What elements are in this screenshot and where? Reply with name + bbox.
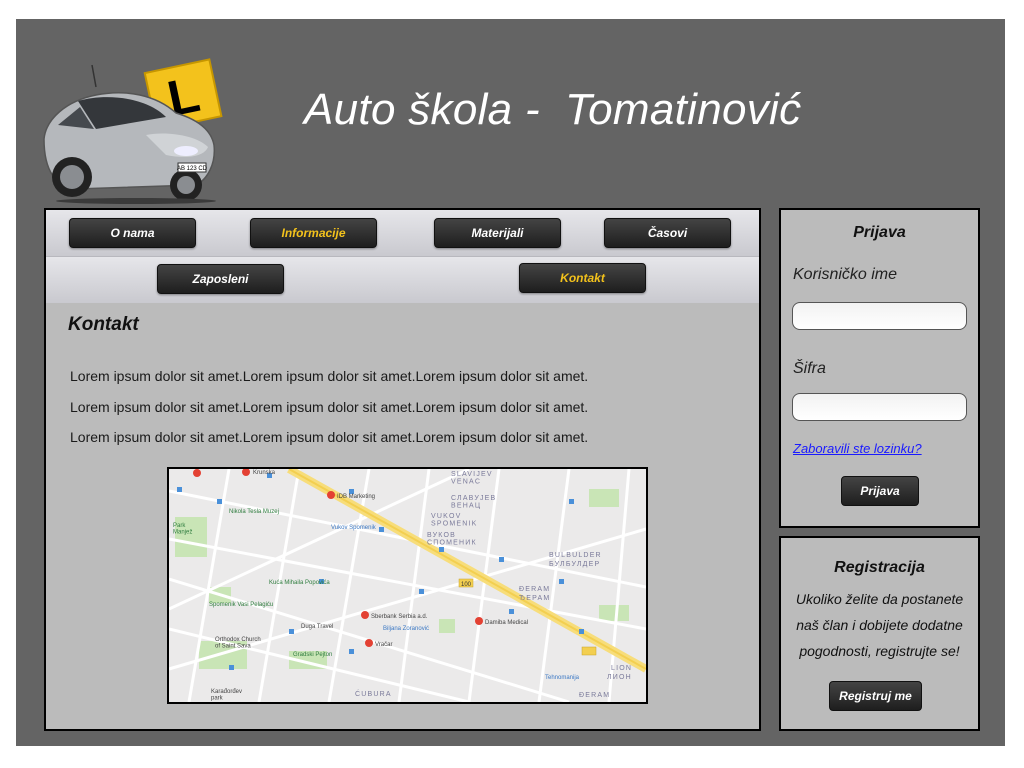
map-label: IDB Marketing [337,494,375,500]
page-heading: Kontakt [68,314,139,335]
login-title: Prijava [853,224,906,241]
nav-button-zaposleni[interactable]: Zaposleni [157,264,284,294]
logo-plate-text: AB 123 CD [177,166,208,172]
map-label: Kuća Mihaila Popovića [269,580,330,586]
location-map[interactable]: 100 Krunska IDB Marketing Nikola Tesla M… [167,467,648,704]
map-label: Sberbank Serbia a.d. [371,614,428,620]
login-button[interactable]: Prijava [841,476,919,506]
map-label: Spomenik Vasi Pelagiću [209,602,273,608]
map-label: Damiba Medical [485,620,528,626]
map-district-label: ЛИОН [607,674,632,681]
contact-paragraph: Lorem ipsum dolor sit amet.Lorem ipsum d… [70,399,589,415]
map-district-label: LION [611,665,632,672]
forgot-password-link[interactable]: Zaboravili ste lozinku? [793,441,922,456]
username-label: Korisničko ime [793,266,898,283]
map-label: Gradski Pejton [293,652,332,658]
map-label: Biljana Zoranović [383,626,429,632]
map-district-label: ĆUBURA [355,689,392,698]
registration-text: Ukoliko želite da postanete naš član i d… [795,591,964,659]
map-label: Tehnomanija [545,675,580,681]
nav-button-materijali[interactable]: Materijali [434,218,561,248]
driving-school-logo: L AB 123 CD [36,39,226,204]
contact-paragraph: Lorem ipsum dolor sit amet.Lorem ipsum d… [70,429,589,445]
map-district-label: ĐERAM [579,692,610,699]
login-panel: Prijava Korisničko ime Šifra Zaboravili … [779,208,980,528]
nav-row-secondary: Zaposleni Kontakt [46,257,759,303]
map-label: Krunska [253,470,276,476]
nav-row-primary: O nama Informacije Materijali Časovi [46,210,759,257]
map-label: Duga Travel [301,624,333,630]
map-road-number: 100 [461,582,472,588]
registration-panel: Registracija Ukoliko želite da postanete… [779,536,980,731]
page-frame: L AB 123 CD Auto škola - Tomatinović O n… [16,19,1005,746]
nav-button-kontakt[interactable]: Kontakt [519,263,646,293]
nav-button-informacije[interactable]: Informacije [250,218,377,248]
map-district-label: ĐERAM [519,586,550,593]
contact-paragraph: Lorem ipsum dolor sit amet.Lorem ipsum d… [70,368,589,384]
map-district-label: BULBULDER [549,552,602,559]
nav-button-casovi[interactable]: Časovi [604,218,731,248]
map-label: Nikola Tesla Muzej [229,509,279,515]
password-label: Šifra [793,360,826,377]
main-content-panel: O nama Informacije Materijali Časovi Zap… [44,208,761,731]
nav-button-o-nama[interactable]: O nama [69,218,196,248]
register-button[interactable]: Registruj me [829,681,922,711]
username-input[interactable] [792,302,967,330]
map-district-label: ЂЕРАМ [519,595,550,602]
map-label: Vračar [375,642,392,648]
registration-title: Registracija [834,559,925,576]
map-label: Vukov Spomenik [331,525,377,531]
map-district-label: БУЛБУЛДЕР [549,561,600,568]
password-input[interactable] [792,393,967,421]
site-title: Auto škola - Tomatinović [304,85,802,134]
